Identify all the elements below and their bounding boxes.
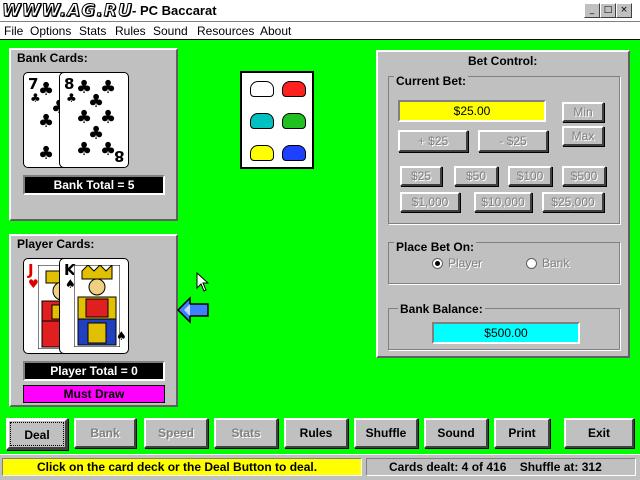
bank-cards-panel: Bank Cards: 7 ♣ ♣ ♣ ♣ ♣ ♣ 8 ♣ ♣ ♣ ♣ ♣ ♣ …	[9, 48, 178, 221]
bank-button[interactable]: Bank	[74, 418, 136, 448]
bank-radio-label: Bank	[542, 256, 570, 270]
club-icon: ♣	[38, 143, 55, 164]
chip-25000-button[interactable]: $25,000	[542, 192, 604, 212]
maximize-button[interactable]: □	[600, 3, 616, 18]
car-icon	[250, 145, 274, 161]
bank-cards-label: Bank Cards:	[15, 51, 90, 65]
shuffle-button[interactable]: Shuffle	[354, 418, 418, 448]
car-icon	[282, 113, 306, 129]
club-icon: ♣	[38, 111, 55, 132]
sound-button[interactable]: Sound	[424, 418, 488, 448]
menu-rules[interactable]: Rules	[115, 24, 146, 38]
king-face-icon	[74, 265, 120, 347]
cards-dealt-count: Cards dealt: 4 of 416	[389, 460, 507, 474]
bank-card-2: 8 ♣ ♣ ♣ ♣ ♣ ♣ ♣ ♣ ♣ 8	[59, 72, 129, 168]
car-icon	[282, 145, 306, 161]
deal-button[interactable]: Deal	[6, 418, 68, 450]
menu-file[interactable]: File	[4, 24, 23, 38]
exit-button[interactable]: Exit	[564, 418, 634, 448]
player-radio-label: Player	[448, 256, 483, 270]
shuffle-at-count: Shuffle at: 312	[519, 460, 602, 474]
pc-baccarat-window: WWW.AG.RU - PC Baccarat _ □ × File Optio…	[0, 0, 640, 480]
decrease-bet-button[interactable]: - $25	[478, 130, 548, 152]
player-cards-panel: Player Cards: J ♥ ♥ K ♠	[9, 234, 178, 407]
chip-1000-button[interactable]: $1,000	[400, 192, 460, 212]
chip-50-button[interactable]: $50	[454, 166, 498, 186]
max-bet-button[interactable]: Max	[562, 126, 604, 146]
minimize-button[interactable]: _	[584, 3, 600, 18]
rules-button[interactable]: Rules	[284, 418, 348, 448]
min-bet-button[interactable]: Min	[562, 102, 604, 122]
menu-sound[interactable]: Sound	[153, 24, 188, 38]
spade-icon: ♠	[116, 329, 127, 343]
card-deck[interactable]	[240, 71, 314, 169]
current-bet-field: $25.00	[398, 100, 546, 122]
menu-resources[interactable]: Resources	[197, 24, 254, 38]
chip-25-button[interactable]: $25	[400, 166, 442, 186]
status-message: Click on the card deck or the Deal Butto…	[2, 458, 362, 476]
chip-500-button[interactable]: $500	[562, 166, 606, 186]
car-icon	[250, 113, 274, 129]
car-icon	[282, 81, 306, 97]
menu-bar: File Options Stats Rules Sound Resources…	[0, 22, 640, 40]
current-bet-label: Current Bet:	[394, 74, 469, 88]
player-total: Player Total = 0	[23, 361, 165, 381]
draw-status-badge: Must Draw	[23, 385, 165, 403]
car-icon	[250, 81, 274, 97]
chip-100-button[interactable]: $100	[508, 166, 552, 186]
close-button[interactable]: ×	[616, 3, 632, 18]
status-bar: Click on the card deck or the Deal Butto…	[0, 454, 640, 480]
bank-total: Bank Total = 5	[23, 175, 165, 195]
player-card-2: K ♠ ♠	[59, 258, 129, 354]
bank-balance-label: Bank Balance:	[398, 302, 485, 316]
radio-selected-dot	[435, 261, 440, 266]
place-bet-label: Place Bet On:	[394, 240, 477, 254]
hand-pointer-icon	[176, 296, 209, 324]
player-radio[interactable]	[432, 258, 443, 269]
bank-balance-field: $500.00	[432, 322, 580, 344]
menu-options[interactable]: Options	[30, 24, 71, 38]
increase-bet-button[interactable]: + $25	[398, 130, 468, 152]
card-rank-bottom: 8	[113, 147, 124, 165]
print-button[interactable]: Print	[494, 418, 550, 448]
window-title: - PC Baccarat	[132, 3, 217, 18]
player-cards-label: Player Cards:	[15, 237, 97, 251]
bet-control-panel: Bet Control: Current Bet: $25.00 Min Max…	[376, 50, 630, 358]
menu-about[interactable]: About	[260, 24, 291, 38]
site-logo: WWW.AG.RU	[2, 1, 133, 22]
mouse-pointer-icon	[196, 272, 210, 292]
deck-status: Cards dealt: 4 of 416 Shuffle at: 312	[366, 458, 636, 476]
menu-stats[interactable]: Stats	[79, 24, 106, 38]
title-bar: WWW.AG.RU - PC Baccarat _ □ ×	[0, 0, 640, 22]
chip-10000-button[interactable]: $10,000	[474, 192, 532, 212]
bet-control-title: Bet Control:	[466, 54, 540, 68]
bank-radio[interactable]	[526, 258, 537, 269]
stats-button[interactable]: Stats	[214, 418, 278, 448]
speed-button[interactable]: Speed	[144, 418, 208, 448]
club-icon: ♣	[76, 139, 93, 160]
